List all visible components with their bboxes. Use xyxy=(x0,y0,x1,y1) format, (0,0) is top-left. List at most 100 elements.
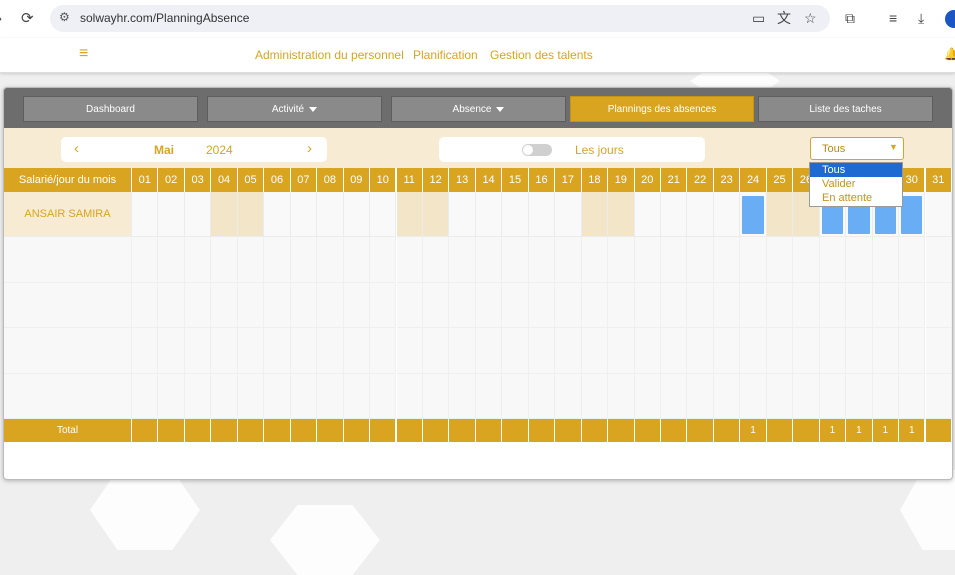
empty-name-cell xyxy=(4,373,132,419)
day-cell-10[interactable] xyxy=(370,192,397,237)
day-cell-17[interactable] xyxy=(555,192,582,237)
day-cell-04[interactable] xyxy=(211,192,238,237)
toggle-knob xyxy=(523,145,533,155)
total-cell-14 xyxy=(475,419,503,442)
tab-label: Liste des taches xyxy=(809,103,882,115)
total-cell-18 xyxy=(581,419,609,442)
empty-day-cell xyxy=(502,328,529,374)
extensions-icon[interactable]: ⧉ xyxy=(845,9,855,27)
empty-day-cell xyxy=(422,328,450,374)
tab-plannings-absences[interactable]: Plannings des absences xyxy=(570,96,754,122)
empty-day-cell xyxy=(846,237,873,283)
day-cell-30[interactable] xyxy=(899,192,926,237)
next-month-chevron-icon[interactable]: › xyxy=(307,140,312,158)
empty-day-cell xyxy=(343,373,371,419)
reload-icon[interactable]: ⟳ xyxy=(21,9,34,29)
day-cell-20[interactable] xyxy=(634,192,661,237)
day-header-02: 02 xyxy=(158,168,185,192)
total-cell-02 xyxy=(158,419,185,442)
day-cell-09[interactable] xyxy=(343,192,371,237)
day-cell-23[interactable] xyxy=(713,192,741,237)
day-header-18: 18 xyxy=(581,168,609,192)
empty-day-cell xyxy=(449,237,476,283)
day-cell-16[interactable] xyxy=(528,192,556,237)
year-label: 2024 xyxy=(206,143,233,157)
day-cell-14[interactable] xyxy=(475,192,503,237)
browser-toolbar: › ⟳ ⚙ solwayhr.com/PlanningAbsence ▭ 文 ☆… xyxy=(0,0,955,38)
prev-month-chevron-icon[interactable]: ‹ xyxy=(74,140,79,158)
total-cell-01 xyxy=(132,419,159,442)
employee-name[interactable]: ANSAIR SAMIRA xyxy=(4,192,132,237)
day-cell-11[interactable] xyxy=(396,192,423,237)
translate-icon[interactable]: 文 xyxy=(777,9,791,27)
day-header-09: 09 xyxy=(343,168,371,192)
day-cell-03[interactable] xyxy=(184,192,212,237)
empty-day-cell xyxy=(766,237,794,283)
day-header-08: 08 xyxy=(317,168,344,192)
empty-day-cell xyxy=(343,237,371,283)
download-icon[interactable]: ⤓ xyxy=(918,9,924,27)
notification-bell-icon[interactable]: 🔔 xyxy=(944,47,955,61)
empty-day-cell xyxy=(370,282,397,328)
empty-day-cell xyxy=(740,282,767,328)
tab-dashboard[interactable]: Dashboard xyxy=(23,96,198,122)
empty-day-cell xyxy=(766,373,794,419)
empty-day-cell xyxy=(925,373,952,419)
bookmark-star-icon[interactable]: ☆ xyxy=(804,9,817,27)
reading-list-icon[interactable]: ≡ xyxy=(889,9,897,27)
day-cell-06[interactable] xyxy=(264,192,291,237)
menu-planification[interactable]: Planification xyxy=(413,48,478,62)
day-cell-02[interactable] xyxy=(158,192,185,237)
empty-day-cell xyxy=(237,373,265,419)
empty-day-cell xyxy=(846,328,873,374)
day-cell-08[interactable] xyxy=(317,192,344,237)
empty-day-cell xyxy=(793,328,820,374)
tab-liste-taches[interactable]: Liste des taches xyxy=(758,96,933,122)
empty-day-cell xyxy=(264,282,291,328)
status-option[interactable]: En attente xyxy=(810,191,902,205)
day-cell-13[interactable] xyxy=(449,192,476,237)
day-cell-01[interactable] xyxy=(132,192,159,237)
total-cell-28: 1 xyxy=(846,419,873,442)
day-cell-25[interactable] xyxy=(766,192,794,237)
absence-block[interactable] xyxy=(901,196,923,234)
total-cell-15 xyxy=(502,419,529,442)
day-cell-19[interactable] xyxy=(608,192,635,237)
day-cell-05[interactable] xyxy=(237,192,265,237)
day-cell-31[interactable] xyxy=(925,192,952,237)
day-cell-12[interactable] xyxy=(422,192,450,237)
total-cell-04 xyxy=(211,419,238,442)
empty-day-cell xyxy=(132,237,159,283)
days-toggle-switch[interactable] xyxy=(522,144,552,156)
day-header-14: 14 xyxy=(475,168,503,192)
status-option[interactable]: Tous xyxy=(810,163,902,177)
menu-administration-personnel[interactable]: Administration du personnel xyxy=(255,48,404,62)
day-cell-18[interactable] xyxy=(581,192,609,237)
menu-gestion-talents[interactable]: Gestion des talents xyxy=(490,48,593,62)
tab-activite[interactable]: Activité xyxy=(207,96,382,122)
day-cell-21[interactable] xyxy=(661,192,688,237)
tab-absence[interactable]: Absence xyxy=(391,96,566,122)
profile-avatar[interactable] xyxy=(945,10,955,28)
status-select[interactable]: Tous ▼ xyxy=(810,137,904,160)
empty-name-cell xyxy=(4,282,132,328)
day-cell-22[interactable] xyxy=(687,192,714,237)
day-cell-15[interactable] xyxy=(502,192,529,237)
empty-name-cell xyxy=(4,328,132,374)
day-cell-07[interactable] xyxy=(290,192,318,237)
empty-day-cell xyxy=(661,373,688,419)
hamburger-menu-icon[interactable]: ≡ xyxy=(79,46,88,62)
empty-day-cell xyxy=(211,328,238,374)
empty-day-cell xyxy=(608,328,635,374)
empty-day-cell xyxy=(343,328,371,374)
status-option[interactable]: Valider xyxy=(810,177,902,191)
total-cell-27: 1 xyxy=(819,419,847,442)
day-cell-24[interactable] xyxy=(740,192,767,237)
absence-block[interactable] xyxy=(742,196,764,234)
empty-day-cell xyxy=(634,282,661,328)
site-settings-icon[interactable]: ⚙ xyxy=(59,10,70,24)
forward-icon[interactable]: › xyxy=(0,9,2,29)
empty-day-cell xyxy=(793,282,820,328)
address-bar[interactable]: ⚙ solwayhr.com/PlanningAbsence xyxy=(50,5,830,32)
cast-icon[interactable]: ▭ xyxy=(752,9,765,27)
